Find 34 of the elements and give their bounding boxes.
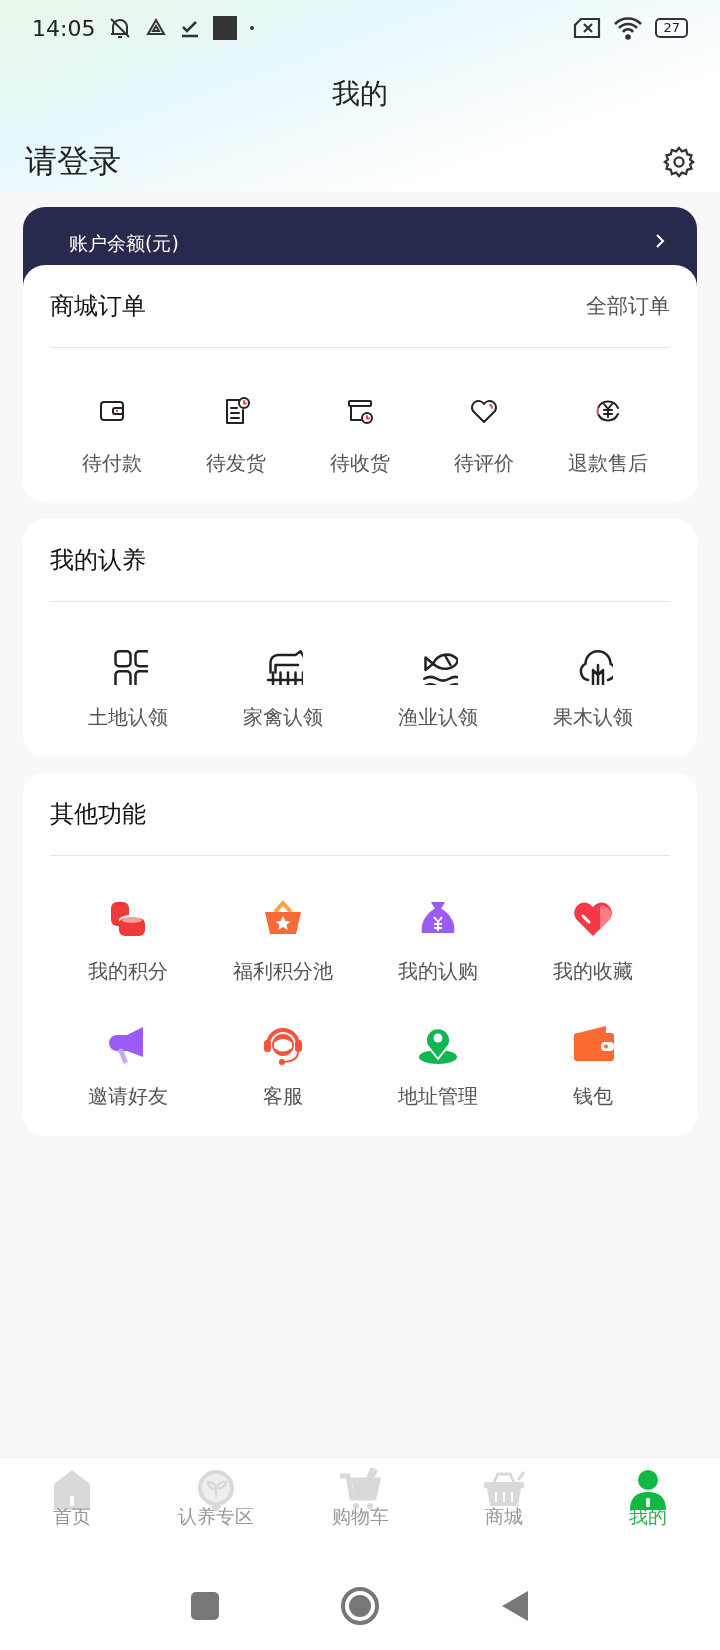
- login-prompt[interactable]: 请登录: [25, 140, 121, 184]
- wifi-icon: [613, 16, 644, 40]
- battery-level: 27: [655, 18, 688, 38]
- menu-item-label[interactable]: 钱包: [572, 1083, 613, 1110]
- menu-item-label[interactable]: 家禽认领: [242, 704, 323, 731]
- settings-icon[interactable]: [662, 145, 696, 179]
- back-button[interactable]: [500, 1589, 530, 1623]
- status-time: 14:05: [32, 15, 96, 41]
- all-orders-link[interactable]: 全部订单: [586, 292, 670, 320]
- dot-icon: [249, 25, 256, 31]
- menu-item-label[interactable]: 土地认领: [87, 704, 168, 731]
- menu-item-label[interactable]: 果木认领: [552, 704, 633, 731]
- section-title: 商城订单: [50, 291, 146, 322]
- section-title: 我的认养: [50, 545, 146, 576]
- square-icon: [213, 16, 238, 40]
- sim-off-icon: [573, 17, 602, 39]
- menu-item-label[interactable]: 渔业认领: [397, 704, 478, 731]
- menu-item-label[interactable]: 我的收藏: [552, 958, 633, 985]
- menu-item-label[interactable]: 待评价: [454, 450, 514, 477]
- menu-item-label[interactable]: 邀请好友: [87, 1083, 168, 1110]
- balance-label: 账户余额(元): [69, 231, 179, 256]
- menu-item-label[interactable]: 我的认购: [397, 958, 478, 985]
- menu-item-label[interactable]: 待发货: [206, 450, 266, 477]
- recents-button[interactable]: [190, 1591, 220, 1621]
- menu-item-label[interactable]: 客服: [262, 1083, 303, 1110]
- page-title: 我的: [331, 76, 389, 112]
- home-button[interactable]: [340, 1586, 380, 1626]
- section-title: 其他功能: [50, 799, 146, 830]
- menu-item-label[interactable]: 退款售后: [568, 450, 648, 477]
- menu-item-label[interactable]: 地址管理: [397, 1083, 478, 1110]
- menu-item-label[interactable]: 待付款: [82, 450, 142, 477]
- menu-item-label[interactable]: 我的积分: [87, 958, 168, 985]
- menu-item-label[interactable]: 待收货: [330, 450, 390, 477]
- menu-item-label[interactable]: 福利积分池: [232, 958, 333, 985]
